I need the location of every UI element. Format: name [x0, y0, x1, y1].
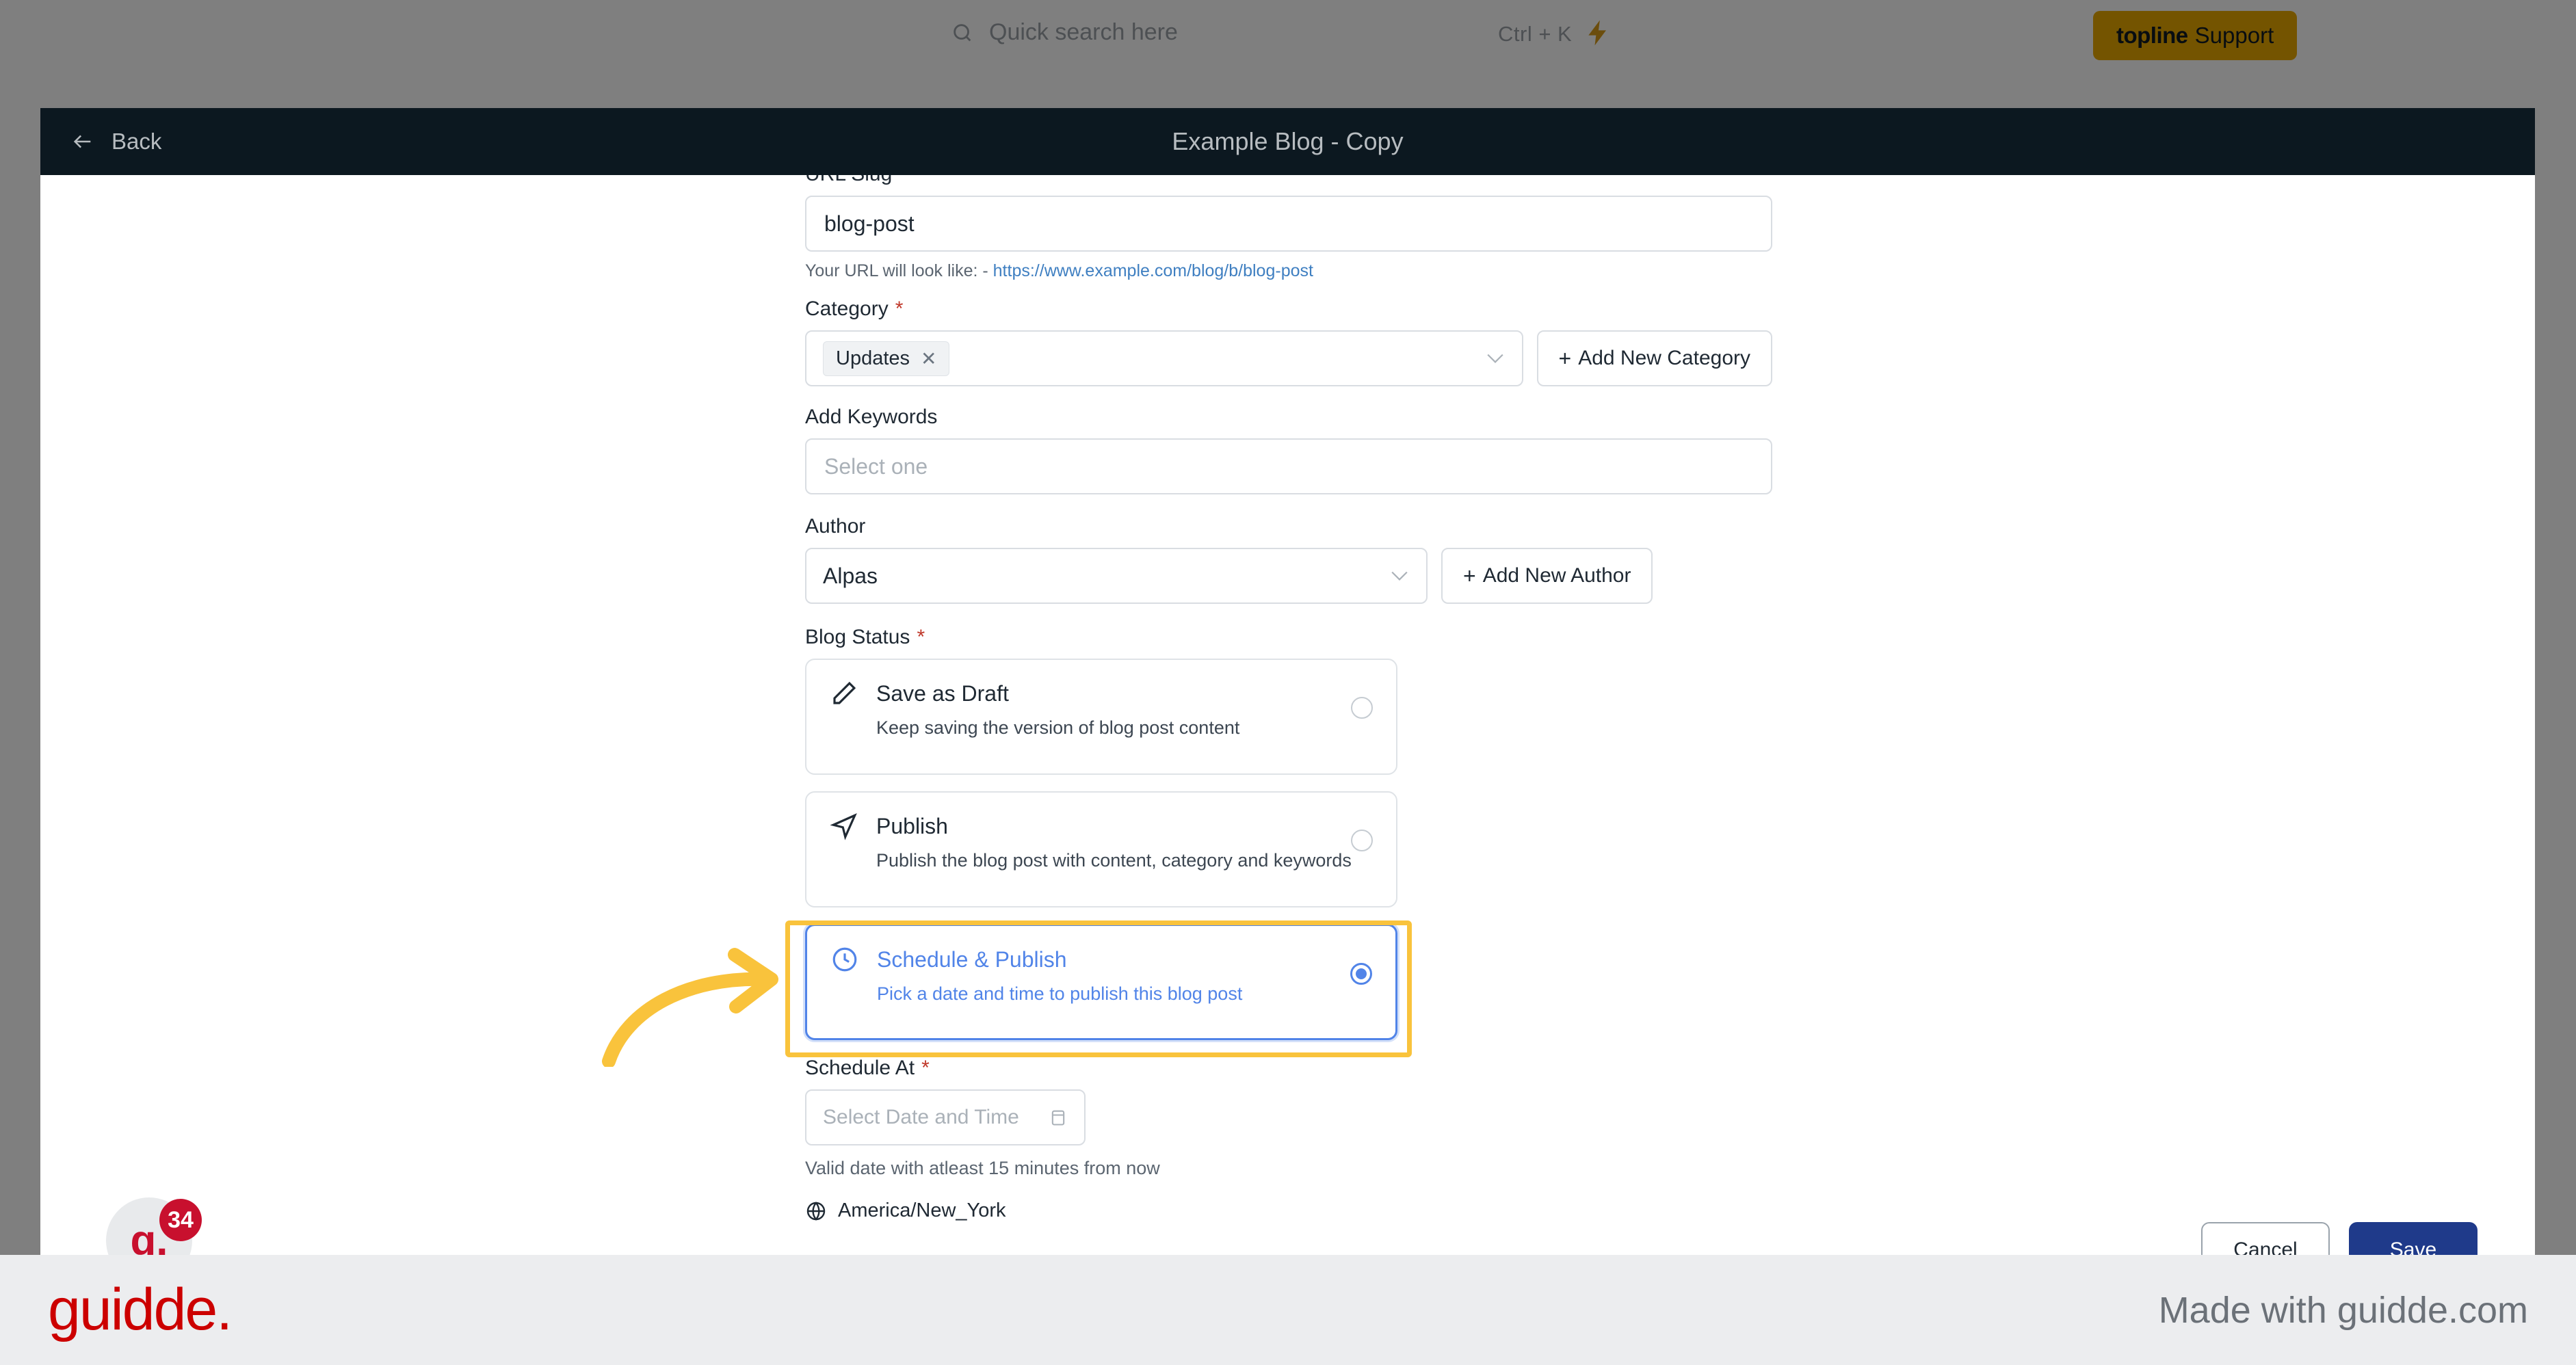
made-with-guidde-label: Made with guidde.com — [2158, 1289, 2528, 1331]
radio-button-selected[interactable] — [1350, 963, 1372, 985]
category-tag-updates[interactable]: Updates ✕ — [823, 341, 950, 376]
schedule-at-datetime-input[interactable]: Select Date and Time — [805, 1089, 1086, 1145]
timezone-row: America/New_York — [805, 1200, 1772, 1222]
screenshot-root: Quick search here Ctrl + K topline Suppo… — [0, 0, 2576, 1365]
pencil-icon — [830, 679, 858, 708]
timezone-value: America/New_York — [838, 1200, 1006, 1221]
schedule-at-placeholder: Select Date and Time — [823, 1106, 1019, 1128]
clock-icon — [830, 945, 859, 974]
keywords-label: Add Keywords — [805, 406, 1772, 429]
blog-status-option-save-as-draft[interactable]: Save as Draft Keep saving the version of… — [805, 659, 1397, 775]
page-title: Example Blog - Copy — [1172, 127, 1404, 155]
guidde-logo: guidde. — [48, 1277, 233, 1342]
paper-plane-icon — [830, 812, 858, 840]
url-slug-label-text: URL Slug — [805, 175, 892, 186]
notification-badge: 34 — [159, 1199, 202, 1241]
option-description: Keep saving the version of blog post con… — [876, 717, 1240, 738]
modal-body: URL Slug blog-post Your URL will look li… — [40, 175, 2535, 1255]
blog-settings-form: URL Slug blog-post Your URL will look li… — [805, 175, 1772, 1222]
save-button[interactable]: Save — [2349, 1222, 2478, 1255]
option-description: Publish the blog post with content, cate… — [876, 850, 1352, 871]
option-title: Save as Draft — [876, 680, 1009, 706]
schedule-at-required-asterisk: * — [921, 1057, 930, 1079]
modal-footer-actions: Cancel Save — [2201, 1222, 2478, 1255]
author-label: Author — [805, 515, 1772, 538]
radio-button[interactable] — [1351, 830, 1373, 851]
option-title: Publish — [876, 813, 948, 838]
add-new-author-label: Add New Author — [1482, 564, 1631, 587]
url-slug-input[interactable]: blog-post — [805, 196, 1772, 252]
category-select[interactable]: Updates ✕ — [805, 330, 1523, 386]
keywords-label-text: Add Keywords — [805, 406, 938, 428]
keywords-input[interactable]: Select one — [805, 438, 1772, 494]
option-title: Schedule & Publish — [877, 946, 1067, 972]
plus-icon: + — [1558, 346, 1572, 371]
add-new-category-button[interactable]: + Add New Category — [1536, 330, 1772, 386]
close-icon[interactable]: ✕ — [921, 347, 936, 370]
author-row: Alpas + Add New Author — [805, 548, 1772, 604]
schedule-at-label: Schedule At * — [805, 1057, 1772, 1080]
cancel-button[interactable]: Cancel — [2201, 1222, 2330, 1255]
category-tag-label: Updates — [836, 347, 910, 369]
guidde-footer-bar: guidde. Made with guidde.com — [0, 1255, 2576, 1365]
back-button-label: Back — [111, 129, 162, 154]
url-slug-value: blog-post — [824, 211, 915, 236]
category-row: Updates ✕ + Add New Category — [805, 330, 1772, 386]
plus-icon: + — [1463, 564, 1476, 588]
category-label-text: Category — [805, 297, 889, 320]
blog-editor-modal: Back Example Blog - Copy URL Slug blog-p… — [40, 108, 2535, 1255]
chevron-down-icon — [1391, 570, 1408, 581]
author-label-text: Author — [805, 515, 866, 538]
schedule-at-label-text: Schedule At — [805, 1057, 915, 1079]
add-new-author-button[interactable]: + Add New Author — [1441, 548, 1653, 604]
keywords-placeholder: Select one — [824, 453, 928, 479]
globe-icon — [805, 1200, 827, 1222]
url-preview-helper: Your URL will look like: - https://www.e… — [805, 261, 1772, 281]
author-select[interactable]: Alpas — [805, 548, 1428, 604]
floating-help-widget[interactable]: g. 34 — [106, 1197, 202, 1255]
option-description: Pick a date and time to publish this blo… — [877, 983, 1243, 1004]
back-button[interactable]: Back — [69, 129, 161, 155]
blog-status-option-schedule-and-publish[interactable]: Schedule & Publish Pick a date and time … — [805, 924, 1397, 1040]
url-preview-link[interactable]: https://www.example.com/blog/b/blog-post — [993, 261, 1313, 280]
blog-status-required-asterisk: * — [917, 626, 925, 648]
add-new-category-label: Add New Category — [1578, 347, 1750, 369]
radio-button[interactable] — [1351, 697, 1373, 719]
blog-status-option-publish[interactable]: Publish Publish the blog post with conte… — [805, 791, 1397, 907]
blog-status-label-text: Blog Status — [805, 626, 910, 648]
calendar-icon — [1049, 1106, 1068, 1128]
author-value: Alpas — [823, 563, 878, 588]
blog-status-label: Blog Status * — [805, 626, 1772, 649]
category-required-asterisk: * — [895, 297, 904, 320]
schedule-at-helper: Valid date with atleast 15 minutes from … — [805, 1158, 1160, 1178]
category-label: Category * — [805, 297, 1772, 321]
arrow-left-icon — [69, 130, 96, 153]
url-slug-label: URL Slug — [805, 175, 1772, 186]
url-preview-prefix: Your URL will look like: - — [805, 261, 988, 280]
chevron-down-icon — [1486, 353, 1504, 364]
modal-header: Back Example Blog - Copy — [40, 108, 2535, 175]
